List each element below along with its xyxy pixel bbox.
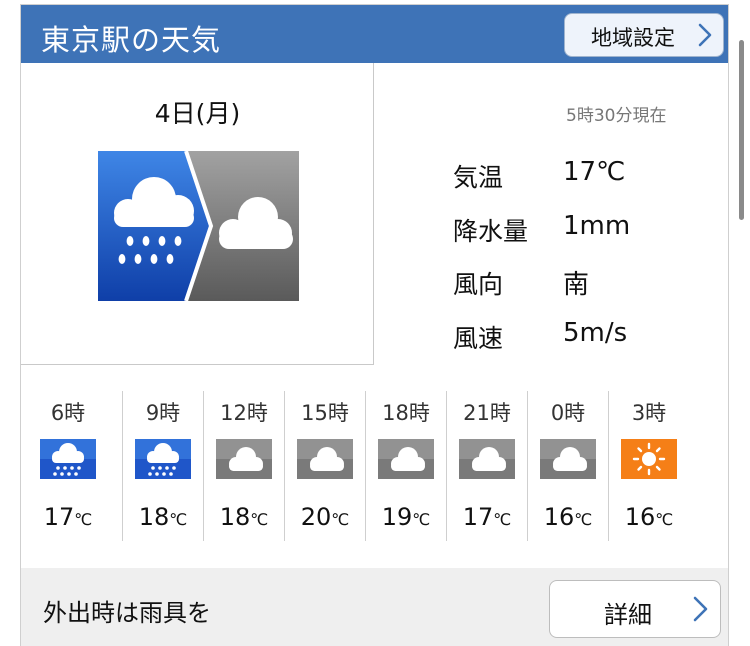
rain-icon [135, 439, 191, 479]
hourly-forecast-item: 9時 18℃ [122, 391, 203, 541]
rain-icon [40, 439, 96, 479]
hour-time: 12時 [220, 401, 268, 425]
cloud-icon [540, 439, 596, 479]
observation-time: 5時30分現在 [566, 106, 667, 126]
hour-time: 9時 [145, 401, 181, 425]
wind-speed-label: 風速 [453, 324, 504, 353]
sun-icon [621, 439, 677, 479]
current-weather-panel: 4日(月) [21, 63, 374, 365]
hour-temperature: 20℃ [300, 503, 350, 531]
cloud-icon [459, 439, 515, 479]
advice-text: 外出時は雨具を [43, 599, 211, 627]
hour-temperature: 16℃ [543, 503, 593, 531]
hour-temperature: 17℃ [462, 503, 512, 531]
hour-temperature: 16℃ [624, 503, 674, 531]
hour-time: 0時 [550, 401, 586, 425]
hour-temperature: 19℃ [381, 503, 431, 531]
header-bar: 東京駅の天気 地域設定 [21, 5, 728, 63]
hourly-forecast-item: 6時 17℃ [28, 391, 108, 541]
wind-direction-value: 南 [563, 270, 590, 300]
temperature-value: 17℃ [563, 157, 626, 187]
hour-time: 6時 [50, 401, 86, 425]
precipitation-label: 降水量 [453, 217, 529, 246]
hour-time: 21時 [463, 401, 511, 425]
page-title: 東京駅の天気 [41, 23, 222, 57]
hour-time: 3時 [631, 401, 667, 425]
cloud-icon [378, 439, 434, 479]
hourly-forecast-item: 21時 17℃ [446, 391, 527, 541]
hourly-forecast-item: 18時 19℃ [365, 391, 446, 541]
scrollbar[interactable] [739, 40, 744, 220]
hourly-forecast-item: 3時 16℃ [608, 391, 689, 541]
hour-temperature: 18℃ [138, 503, 188, 531]
precipitation-value: 1mm [563, 211, 631, 241]
hour-temperature: 17℃ [43, 503, 93, 531]
hourly-forecast-item: 12時 18℃ [203, 391, 284, 541]
region-settings-button[interactable]: 地域設定 [564, 13, 724, 57]
temperature-label: 気温 [453, 163, 504, 192]
wind-speed-value: 5m/s [563, 318, 628, 348]
wind-direction-label: 風向 [453, 270, 504, 299]
hour-temperature: 18℃ [219, 503, 269, 531]
current-date: 4日(月) [154, 99, 241, 128]
chevron-right-icon [693, 596, 708, 622]
cloud-icon [297, 439, 353, 479]
weather-widget: 東京駅の天気 地域設定 4日(月) 5時30分現在 気温 17℃ 降水量 1mm… [20, 4, 729, 646]
hour-time: 15時 [301, 401, 349, 425]
region-settings-label: 地域設定 [591, 26, 675, 50]
hourly-forecast: 6時 17℃ 9時 18℃ 12時 18℃ 15時 20℃ 18時 19℃ 21… [21, 391, 728, 541]
chevron-right-icon [698, 23, 712, 47]
hour-time: 18時 [382, 401, 430, 425]
hourly-forecast-item: 15時 20℃ [284, 391, 365, 541]
detail-button[interactable]: 詳細 [549, 580, 721, 638]
rain-to-cloudy-icon [98, 151, 299, 301]
detail-button-label: 詳細 [604, 601, 652, 629]
hourly-forecast-item: 0時 16℃ [527, 391, 608, 541]
cloud-icon [216, 439, 272, 479]
footer-bar: 外出時は雨具を 詳細 [21, 568, 728, 646]
